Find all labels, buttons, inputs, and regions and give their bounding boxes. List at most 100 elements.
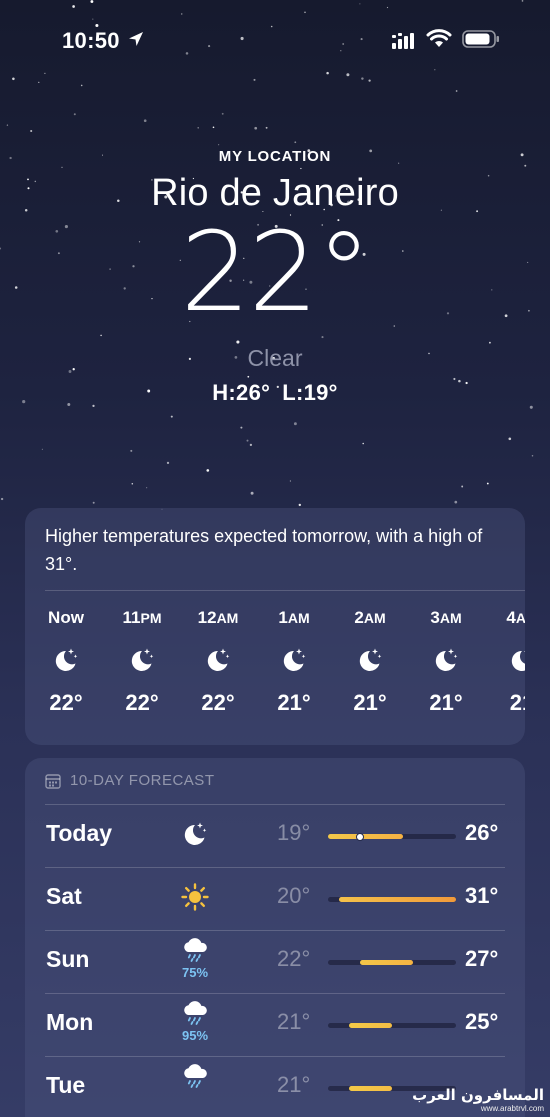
temp-range-fill	[338, 897, 456, 902]
hour-label: 1AM	[278, 608, 310, 627]
star	[12, 77, 15, 81]
divider	[45, 590, 525, 591]
star	[304, 11, 306, 14]
hour-label: Now	[48, 608, 84, 627]
star	[250, 491, 254, 495]
star	[455, 90, 458, 92]
hour-icon-wrap	[36, 636, 96, 684]
day-name: Today	[46, 820, 113, 846]
day-low: 21°	[277, 1072, 311, 1097]
star	[359, 3, 361, 5]
moon-stars-icon	[207, 648, 230, 671]
hour-temperature: 21°	[429, 690, 463, 715]
hourly-item: 11PM 22°	[112, 608, 172, 716]
day-high: 26°	[465, 820, 499, 845]
star	[508, 437, 512, 441]
temp-range-bar	[328, 960, 456, 965]
hourly-forecast-card[interactable]: Higher temperatures expected tomorrow, w…	[25, 508, 525, 745]
moon-stars-icon	[359, 648, 382, 671]
day-name: Tue	[46, 1072, 86, 1098]
star	[0, 497, 4, 501]
hour-temperature: 21°	[277, 690, 311, 715]
rain-cloud-icon	[184, 1064, 207, 1088]
precip-chance: 75%	[181, 965, 209, 980]
temp-range-fill	[349, 1023, 392, 1028]
star	[30, 129, 33, 133]
row-divider	[45, 993, 505, 994]
day-low: 22°	[277, 946, 311, 971]
calendar-icon	[45, 773, 61, 789]
star	[386, 6, 389, 9]
day-name: Sun	[46, 946, 90, 972]
star	[368, 79, 371, 82]
ten-day-title: 10-DAY FORECAST	[70, 772, 215, 789]
moon-stars-icon	[511, 650, 525, 671]
hourly-item: 2AM 21°	[340, 608, 400, 716]
star	[240, 426, 243, 429]
hour-temperature: 22°	[49, 690, 83, 715]
star	[521, 0, 524, 2]
moon-stars-icon	[283, 648, 306, 671]
forecast-row[interactable]: Mon 95% 21° 25°	[25, 993, 525, 1056]
star	[181, 13, 183, 15]
location-arrow-icon	[129, 32, 143, 46]
forecast-row[interactable]: Sun 75% 22° 27°	[25, 930, 525, 993]
star	[206, 469, 210, 472]
current-temp-dot	[356, 832, 364, 841]
star	[254, 126, 258, 130]
hour-label: 12AM	[197, 608, 239, 627]
star	[38, 81, 40, 83]
star	[131, 483, 134, 485]
row-divider	[45, 804, 505, 805]
hourly-scroll-strip[interactable]: Now 22° 11PM 22° 12AM 22° 1AM 21° 2AM 21° 3AM…	[25, 608, 525, 738]
temp-range-bar	[328, 832, 456, 841]
temp-range-fill	[360, 960, 414, 965]
day-high: 25°	[465, 1009, 499, 1034]
hourly-item: Now 22°	[36, 608, 96, 716]
hour-label: 11PM	[122, 608, 162, 627]
hour-temperature: 21°	[353, 690, 387, 715]
day-low: 19°	[277, 820, 311, 845]
day-high: 27°	[465, 946, 499, 971]
ten-day-forecast-card[interactable]: 10-DAY FORECAST Today 19° 26° Sat 20° 31° Su…	[25, 758, 525, 1117]
star	[362, 442, 364, 445]
star	[72, 5, 75, 8]
hour-temperature: 22°	[201, 690, 235, 715]
temp-range-fill	[349, 1086, 392, 1091]
day-name: Sat	[46, 883, 82, 909]
star	[212, 126, 215, 129]
hour-icon-wrap	[188, 636, 248, 684]
sun-icon	[181, 883, 209, 911]
star	[434, 69, 436, 71]
day-low: 21°	[277, 1009, 311, 1034]
forecast-row[interactable]: Today 19° 26°	[25, 804, 525, 867]
star	[326, 71, 329, 75]
star	[361, 77, 364, 80]
day-weather-icon: 95%	[175, 1001, 215, 1043]
star	[531, 454, 534, 457]
moon-stars-icon	[184, 822, 207, 845]
hour-label: 4AM	[506, 608, 525, 627]
wifi-icon	[426, 29, 452, 47]
star	[294, 141, 297, 144]
hourly-item: 1AM 21°	[264, 608, 324, 716]
status-bar: 10:50	[0, 26, 550, 56]
star	[246, 439, 249, 442]
star	[92, 501, 95, 504]
star	[143, 119, 147, 123]
star	[346, 73, 350, 77]
day-weather-icon	[175, 820, 215, 853]
star	[41, 448, 43, 450]
temp-range-fill	[328, 834, 403, 839]
star	[289, 480, 291, 482]
day-name: Mon	[46, 1009, 94, 1035]
forecast-row[interactable]: Sat 20° 31°	[25, 867, 525, 930]
star	[146, 487, 148, 489]
status-time: 10:50	[62, 28, 120, 53]
hourly-item: 4AM 21	[492, 608, 525, 716]
forecast-summary: Higher temperatures expected tomorrow, w…	[45, 526, 483, 574]
row-divider	[45, 930, 505, 931]
star	[529, 405, 533, 409]
day-weather-icon	[175, 883, 215, 916]
star	[44, 72, 46, 75]
